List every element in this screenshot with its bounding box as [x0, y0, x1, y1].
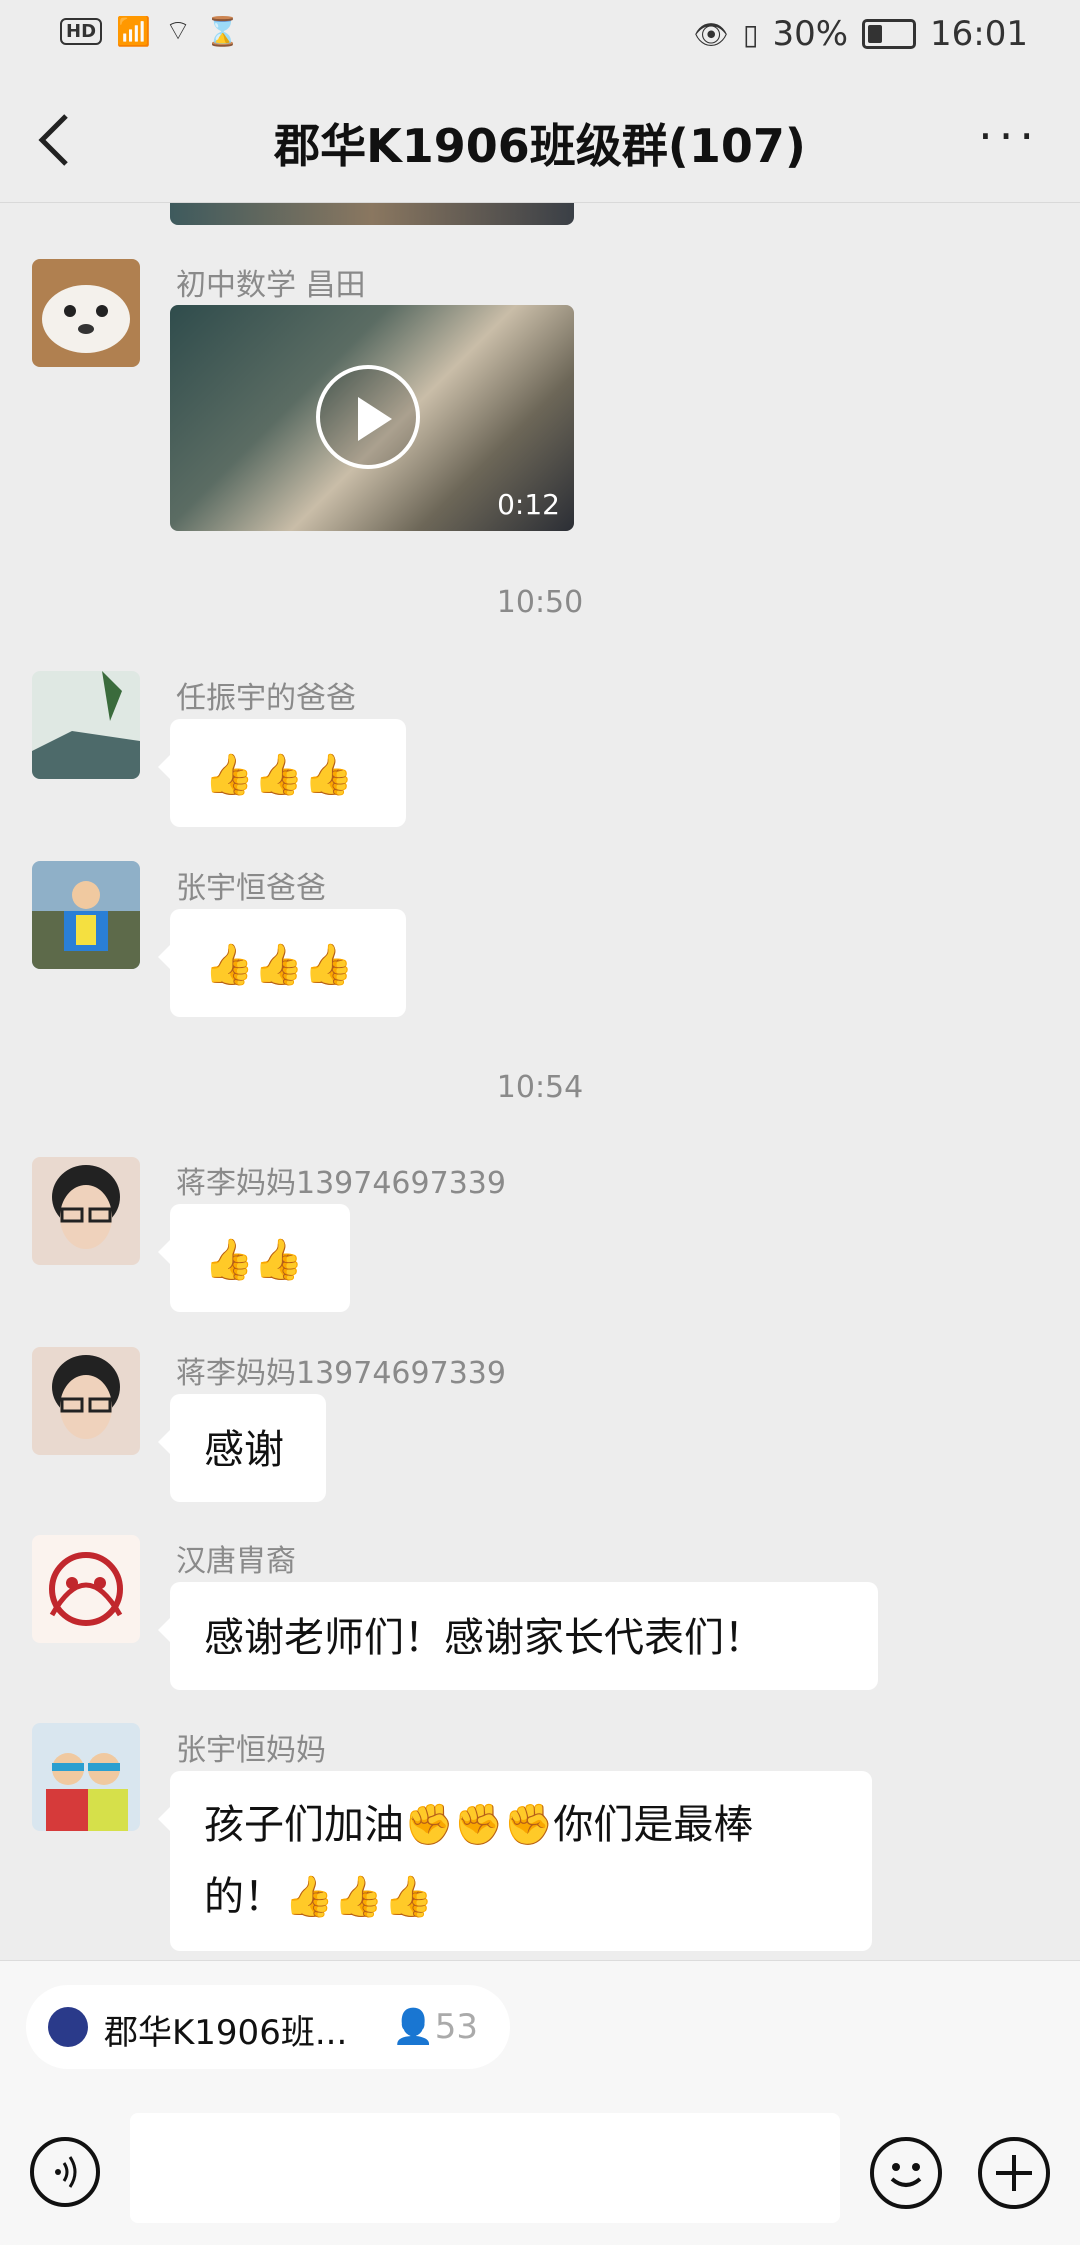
avatar[interactable] — [32, 1535, 140, 1643]
sender-name: 张宇恒妈妈 — [176, 1733, 326, 1768]
video-message[interactable]: 0:12 — [170, 305, 574, 531]
avatar[interactable] — [32, 1157, 140, 1265]
signal-icon: 📶 — [116, 15, 151, 48]
chat-messages[interactable]: 初中数学 昌田 0:12 10:50 任振宇的爸爸 👍👍👍 张宇恒爸爸 👍👍👍 … — [0, 203, 1080, 1960]
sender-name: 蒋李妈妈13974697339 — [176, 1166, 506, 1201]
status-bar: HD 📶 ⌔ ⌛ 👁 ▯ 30% 16:01 — [0, 0, 1080, 72]
avatar[interactable] — [32, 1347, 140, 1455]
message-bubble[interactable]: 👍👍👍 — [158, 909, 406, 1017]
message-bubble[interactable]: 孩子们加油✊✊✊你们是最棒 的！👍👍👍 — [158, 1771, 872, 1951]
sender-name: 任振宇的爸爸 — [176, 681, 356, 716]
avatar[interactable] — [32, 671, 140, 779]
status-right: 👁 ▯ 30% 16:01 — [693, 14, 1028, 54]
bottom-input-area: 郡华K1906班... 👤53 — [0, 1960, 1080, 2245]
previous-video-thumbnail[interactable] — [170, 203, 574, 225]
sender-name: 汉唐胄裔 — [176, 1544, 296, 1579]
eye-icon: 👁 — [693, 17, 730, 51]
woman-avatar-icon — [32, 1347, 140, 1455]
family-avatar-icon — [32, 1723, 140, 1831]
video-duration: 0:12 — [497, 488, 560, 521]
dog-avatar-icon — [32, 259, 140, 367]
more-actions-button[interactable] — [978, 2137, 1050, 2209]
chat-title: 郡华K1906班级群(107) — [274, 119, 806, 173]
voice-icon — [55, 2156, 77, 2188]
group-logo-icon — [48, 2007, 88, 2047]
emoji-icon — [890, 2163, 922, 2187]
landscape-avatar-icon — [32, 671, 140, 779]
child-avatar-icon — [32, 861, 140, 969]
avatar[interactable] — [32, 1723, 140, 1831]
message-bubble[interactable]: 👍👍👍 — [158, 719, 406, 827]
wifi-icon: ⌔ — [164, 14, 192, 47]
emoji-button[interactable] — [870, 2137, 942, 2209]
woman-avatar-icon — [32, 1157, 140, 1265]
avatar[interactable] — [32, 259, 140, 367]
status-left: HD 📶 ⌔ ⌛ — [60, 14, 240, 49]
message-bubble[interactable]: 感谢 — [158, 1394, 326, 1502]
sender-name: 张宇恒爸爸 — [176, 871, 326, 906]
sender-name: 初中数学 昌田 — [176, 268, 366, 303]
clock: 16:01 — [930, 14, 1028, 54]
message-bubble[interactable]: 感谢老师们！感谢家长代表们！ — [158, 1582, 878, 1690]
member-count-value: 53 — [434, 2007, 478, 2047]
message-line: 孩子们加油✊✊✊你们是最棒 — [204, 1802, 754, 1848]
papercut-avatar-icon — [32, 1535, 140, 1643]
person-icon: 👤 — [392, 2007, 435, 2047]
timestamp: 10:54 — [496, 1070, 584, 1105]
voice-button[interactable] — [30, 2137, 100, 2207]
battery-icon — [862, 19, 917, 49]
sender-name: 蒋李妈妈13974697339 — [176, 1356, 506, 1391]
nav-bar: 郡华K1906班级群(107) ··· — [0, 72, 1080, 203]
more-options-button[interactable]: ··· — [978, 113, 1040, 159]
battery-percent: 30% — [772, 14, 849, 54]
member-count: 👤53 — [392, 2007, 478, 2047]
group-chip-name: 郡华K1906班... — [104, 2013, 348, 2053]
timestamp: 10:50 — [496, 585, 584, 620]
message-input[interactable] — [130, 2113, 840, 2223]
hourglass-icon: ⌛ — [205, 15, 241, 48]
play-icon[interactable] — [316, 365, 420, 469]
group-chip[interactable]: 郡华K1906班... 👤53 — [26, 1985, 510, 2069]
message-bubble[interactable]: 👍👍 — [158, 1204, 350, 1312]
input-row — [0, 2113, 1080, 2233]
plus-icon — [996, 2155, 1032, 2191]
vibrate-icon: ▯ — [743, 17, 759, 51]
avatar[interactable] — [32, 861, 140, 969]
message-line: 的！👍👍👍 — [204, 1874, 434, 1920]
hd-badge: HD — [60, 18, 103, 45]
